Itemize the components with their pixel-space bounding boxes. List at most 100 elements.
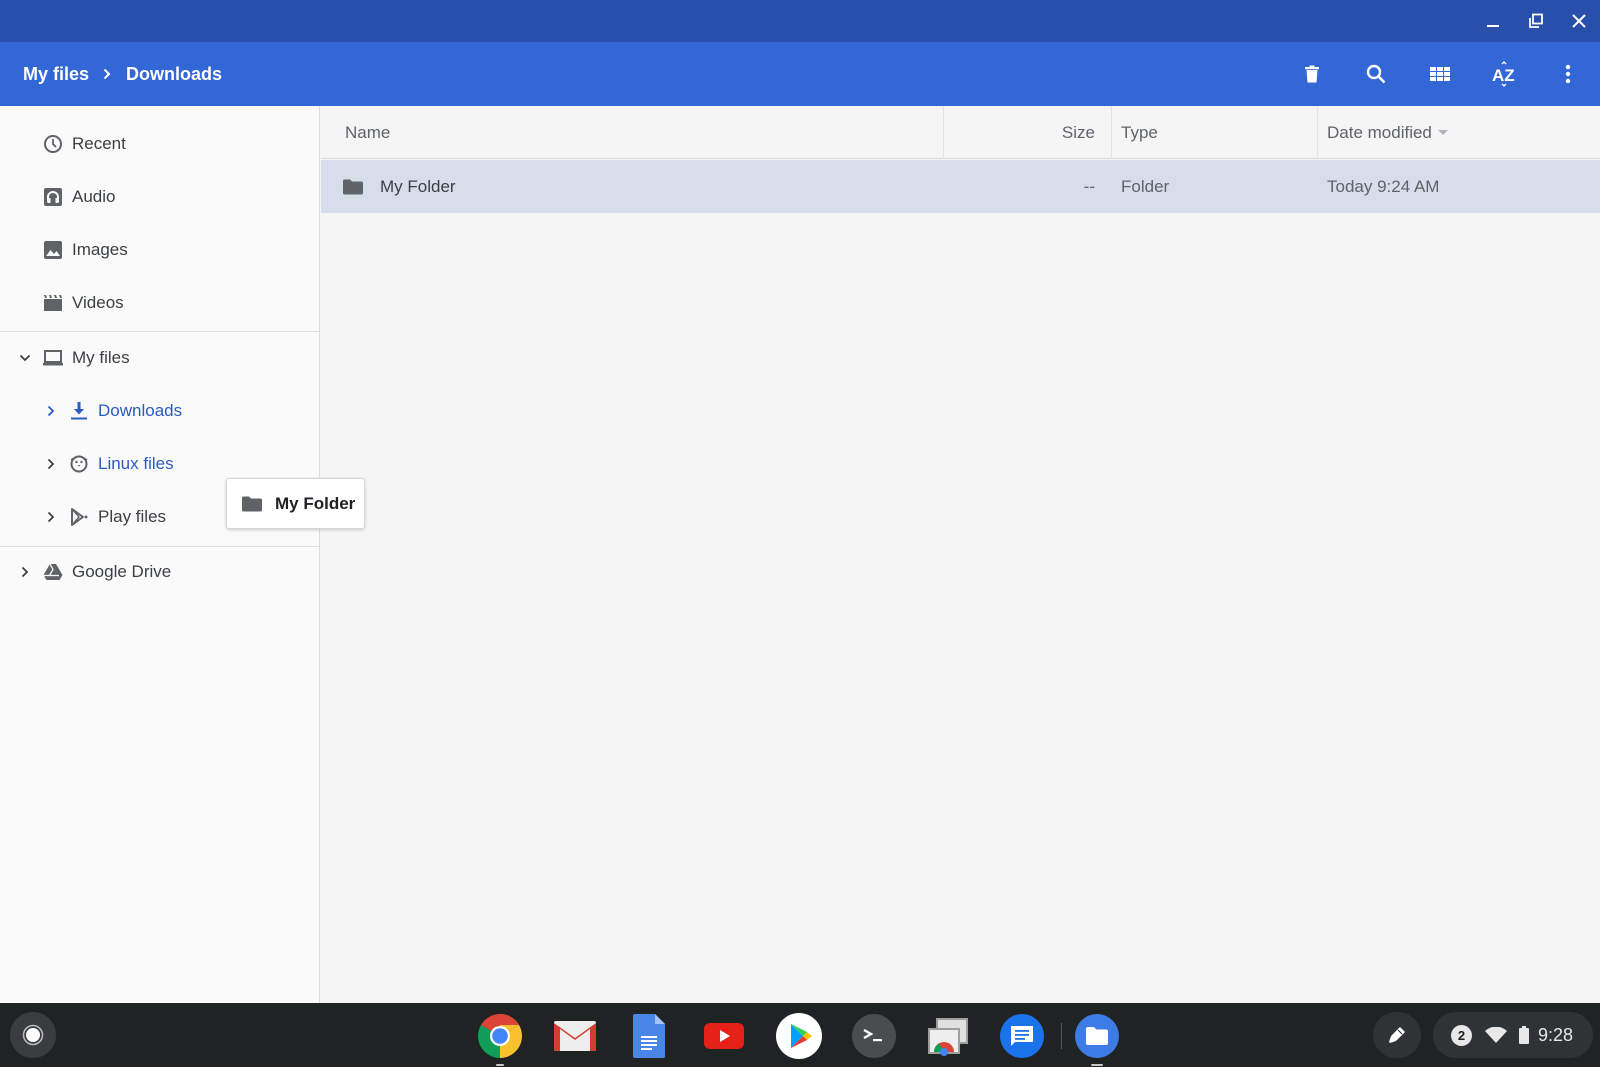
chevron-right-icon xyxy=(102,68,112,80)
close-button[interactable] xyxy=(1564,6,1594,36)
stylus-icon xyxy=(1389,1027,1405,1043)
play-store-icon xyxy=(68,506,90,528)
column-resize-handle[interactable] xyxy=(943,106,944,159)
penguin-icon xyxy=(68,453,90,475)
launcher-button[interactable] xyxy=(10,1012,56,1058)
sidebar-item-downloads[interactable]: Downloads xyxy=(0,385,319,437)
shelf-app-files[interactable] xyxy=(1074,1013,1120,1066)
minimize-button[interactable] xyxy=(1478,6,1508,36)
column-header-name[interactable]: Name xyxy=(345,106,390,159)
shelf-app-gmail[interactable] xyxy=(552,1013,598,1059)
column-header-type[interactable]: Type xyxy=(1121,106,1158,159)
shelf-separator xyxy=(1061,1023,1062,1049)
chevron-right-icon[interactable] xyxy=(43,403,59,419)
running-indicator xyxy=(1091,1064,1103,1066)
restore-icon xyxy=(1529,13,1543,28)
chevron-right-icon[interactable] xyxy=(43,456,59,472)
file-date-modified: Today 9:24 AM xyxy=(1327,176,1440,196)
sidebar-item-google-drive[interactable]: Google Drive xyxy=(0,546,319,598)
sidebar: Recent Audio Images Videos My files Down… xyxy=(0,106,320,1003)
chevron-right-icon[interactable] xyxy=(17,564,33,580)
shelf-app-messages[interactable] xyxy=(999,1013,1045,1059)
window-titlebar xyxy=(0,0,1600,42)
running-indicator xyxy=(496,1064,504,1066)
svg-text:AZ: AZ xyxy=(1492,66,1515,85)
minimize-icon xyxy=(1487,25,1499,27)
remote-desktop-icon xyxy=(928,1018,968,1056)
file-size: -- xyxy=(1083,176,1095,196)
messages-icon xyxy=(1000,1014,1044,1058)
download-icon xyxy=(68,400,90,422)
sidebar-item-label: Audio xyxy=(72,187,116,206)
table-row[interactable]: My Folder -- Folder Today 9:24 AM xyxy=(321,160,1600,213)
clapperboard-icon xyxy=(42,292,64,314)
gmail-icon xyxy=(554,1021,596,1051)
sidebar-item-label: Videos xyxy=(72,293,124,312)
youtube-icon xyxy=(704,1023,744,1049)
column-header-label: Date modified xyxy=(1327,122,1432,142)
launcher-icon xyxy=(22,1024,44,1046)
wifi-icon xyxy=(1485,1027,1507,1043)
drag-ghost: My Folder xyxy=(226,478,365,529)
more-options-button[interactable] xyxy=(1548,54,1588,94)
stylus-tools-button[interactable] xyxy=(1373,1012,1421,1058)
drag-ghost-label: My Folder xyxy=(275,493,356,513)
breadcrumb: My files Downloads xyxy=(23,42,222,106)
sidebar-item-label: My files xyxy=(72,348,130,367)
close-icon xyxy=(1572,14,1586,28)
chevron-right-icon[interactable] xyxy=(43,509,59,525)
battery-icon xyxy=(1519,1026,1529,1044)
sidebar-item-my-files[interactable]: My files xyxy=(0,332,319,384)
clock: 9:28 xyxy=(1538,1024,1574,1045)
shelf-app-youtube[interactable] xyxy=(701,1013,747,1059)
laptop-icon xyxy=(42,347,64,369)
column-resize-handle[interactable] xyxy=(1111,106,1112,159)
sidebar-item-label: Recent xyxy=(72,134,126,153)
folder-icon xyxy=(343,160,363,213)
sidebar-item-audio[interactable]: Audio xyxy=(0,171,319,223)
search-icon xyxy=(1366,64,1386,84)
column-header-date-modified[interactable]: Date modified xyxy=(1327,106,1448,159)
notification-count-badge[interactable]: 2 xyxy=(1451,1024,1472,1046)
grid-icon xyxy=(1430,67,1450,81)
shelf: 2 9:28 xyxy=(0,1003,1600,1067)
app-header: My files Downloads AZ xyxy=(0,42,1600,106)
sidebar-item-videos[interactable]: Videos xyxy=(0,277,319,329)
image-icon xyxy=(42,239,64,261)
breadcrumb-my-files[interactable]: My files xyxy=(23,64,89,85)
drive-icon xyxy=(42,561,64,583)
trash-icon xyxy=(1305,65,1319,83)
sidebar-item-label: Images xyxy=(72,240,128,259)
grid-view-button[interactable] xyxy=(1420,54,1460,94)
sidebar-item-label: Downloads xyxy=(98,401,183,420)
shelf-app-terminal[interactable] xyxy=(851,1013,897,1059)
more-vert-icon xyxy=(1565,64,1571,84)
search-button[interactable] xyxy=(1356,54,1396,94)
breadcrumb-downloads[interactable]: Downloads xyxy=(126,64,222,85)
shelf-app-play-store[interactable] xyxy=(776,1013,822,1059)
delete-button[interactable] xyxy=(1292,54,1332,94)
system-tray[interactable]: 2 9:28 xyxy=(1433,1012,1593,1058)
clock-icon xyxy=(42,133,64,155)
restore-button[interactable] xyxy=(1521,6,1551,36)
shelf-app-docs[interactable] xyxy=(626,1013,672,1059)
chevron-down-icon[interactable] xyxy=(17,350,33,366)
file-list: Name Size Type Date modified My Folder -… xyxy=(321,106,1600,1003)
file-type: Folder xyxy=(1121,176,1170,196)
file-list-header: Name Size Type Date modified xyxy=(321,106,1600,159)
chrome-icon xyxy=(478,1014,522,1058)
shelf-app-chrome[interactable] xyxy=(477,1013,523,1066)
terminal-icon xyxy=(852,1014,896,1058)
sort-arrow-icon xyxy=(1437,129,1448,136)
sidebar-item-label: Linux files xyxy=(98,454,174,473)
column-header-size[interactable]: Size xyxy=(961,106,1095,159)
docs-icon xyxy=(633,1014,665,1058)
sidebar-item-label: Play files xyxy=(98,507,167,526)
sidebar-item-label: Google Drive xyxy=(72,562,172,581)
sort-button[interactable]: AZ xyxy=(1484,54,1524,94)
sidebar-item-images[interactable]: Images xyxy=(0,224,319,276)
column-resize-handle[interactable] xyxy=(1317,106,1318,159)
sort-az-icon: AZ xyxy=(1492,61,1515,87)
shelf-app-remote-desktop[interactable] xyxy=(925,1013,971,1059)
sidebar-item-recent[interactable]: Recent xyxy=(0,118,319,170)
